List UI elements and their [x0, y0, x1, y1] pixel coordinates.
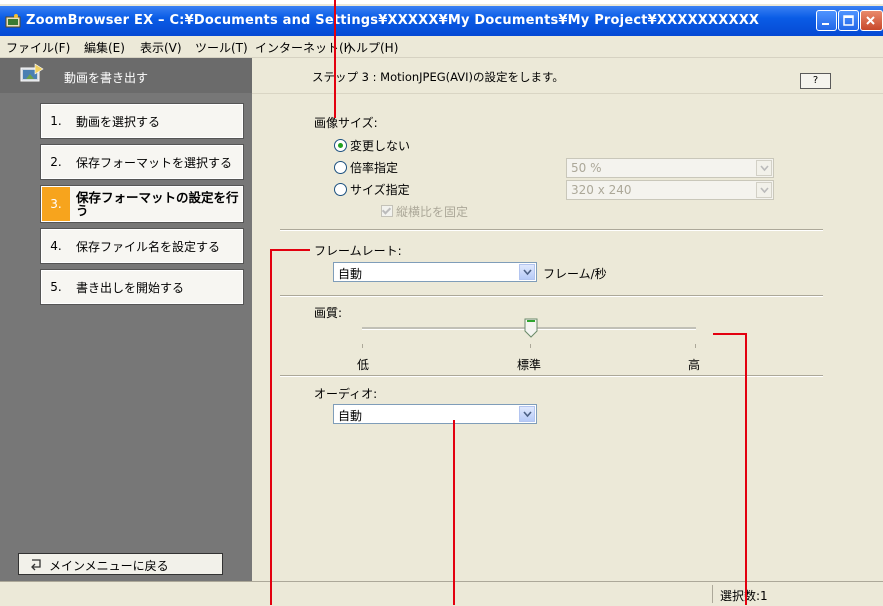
audio-value: 自動	[338, 409, 363, 423]
left-panel: 動画を書き出す 1. 動画を選択する 2. 保存フォーマットを選択する 3. 保…	[0, 58, 252, 581]
menu-file[interactable]: ファイル(F)	[6, 39, 70, 56]
help-button[interactable]: ?	[800, 73, 831, 89]
step-number: 4.	[50, 239, 62, 253]
audio-label: オーディオ:	[314, 387, 378, 401]
keep-aspect-checkbox[interactable]: 縦横比を固定	[381, 202, 468, 220]
step-label: 動画を選択する	[76, 114, 161, 129]
step-label: 保存フォーマットの設定を行う	[76, 190, 239, 218]
back-button-label: メインメニューに戻る	[49, 559, 169, 573]
step-5[interactable]: 5. 書き出しを開始する	[40, 269, 244, 305]
step-number: 5.	[50, 280, 62, 294]
window-title: ZoomBrowser EX – C:¥Documents and Settin…	[26, 13, 760, 28]
step-label: 書き出しを開始する	[76, 280, 185, 295]
radio-label: サイズ指定	[350, 182, 410, 197]
selection-count: 選択数:1	[720, 589, 768, 603]
frame-rate-value: 自動	[338, 267, 363, 281]
frame-rate-label: フレームレート:	[314, 244, 402, 258]
return-arrow-icon	[31, 559, 41, 571]
quality-slider-thumb[interactable]	[524, 318, 538, 338]
section-divider	[280, 295, 823, 297]
radio-scale[interactable]: 倍率指定	[334, 158, 398, 176]
section-divider	[280, 229, 823, 231]
title-bar: ZoomBrowser EX – C:¥Documents and Settin…	[0, 6, 883, 36]
step-label: 保存ファイル名を設定する	[76, 239, 221, 254]
dropdown-arrow[interactable]	[756, 160, 772, 176]
left-panel-title: 動画を書き出す	[64, 71, 149, 85]
tick-label-high: 高	[688, 358, 701, 372]
size-select[interactable]: 320 x 240	[566, 180, 774, 200]
slider-tick	[530, 344, 531, 348]
tick-label-low: 低	[357, 358, 370, 372]
status-divider	[712, 585, 713, 603]
step-number: 3.	[42, 187, 70, 221]
close-icon	[866, 16, 875, 25]
menu-internet[interactable]: インターネット(I)	[255, 39, 352, 56]
step-number: 1.	[50, 114, 62, 128]
movie-export-icon	[20, 63, 44, 82]
minimize-icon	[822, 23, 829, 25]
audio-select[interactable]: 自動	[333, 404, 537, 424]
step-4[interactable]: 4. 保存ファイル名を設定する	[40, 228, 244, 264]
slider-tick	[362, 344, 363, 348]
size-value: 320 x 240	[571, 183, 632, 197]
section-divider	[280, 375, 823, 377]
step-number: 2.	[50, 155, 62, 169]
radio-button[interactable]	[334, 160, 347, 174]
radio-no-change[interactable]: 変更しない	[334, 136, 410, 154]
scale-value: 50 %	[571, 161, 602, 175]
scale-select[interactable]: 50 %	[566, 158, 774, 178]
chevron-down-icon	[760, 187, 769, 194]
callout-line-quality	[745, 333, 747, 605]
callout-line-frame-rate	[270, 249, 272, 605]
frame-rate-unit: フレーム/秒	[543, 267, 607, 281]
chevron-down-icon	[760, 165, 769, 172]
settings-header: ステップ 3 : MotionJPEG(AVI)の設定をします。	[252, 58, 883, 94]
step-3[interactable]: 3. 保存フォーマットの設定を行う	[40, 185, 244, 223]
quality-label: 画質:	[314, 306, 343, 320]
maximize-icon	[843, 15, 854, 26]
callout-line-image-size	[334, 0, 336, 118]
chevron-down-icon	[523, 411, 532, 418]
menu-help[interactable]: ヘルプ(H)	[344, 39, 398, 56]
checkbox[interactable]	[381, 205, 393, 217]
menu-view[interactable]: 表示(V)	[140, 39, 182, 56]
minimize-button[interactable]	[816, 10, 837, 31]
radio-label: 倍率指定	[350, 160, 399, 175]
radio-button[interactable]	[334, 138, 347, 152]
image-size-label: 画像サイズ:	[314, 116, 378, 130]
maximize-button[interactable]	[838, 10, 859, 31]
step-description: ステップ 3 : MotionJPEG(AVI)の設定をします。	[312, 70, 564, 84]
chevron-down-icon	[523, 269, 532, 276]
step-2[interactable]: 2. 保存フォーマットを選択する	[40, 144, 244, 180]
step-label: 保存フォーマットを選択する	[76, 155, 233, 170]
radio-button[interactable]	[334, 182, 347, 196]
callout-line-audio	[453, 420, 455, 605]
menu-tools[interactable]: ツール(T)	[195, 39, 248, 56]
menu-bar: ファイル(F) 編集(E) 表示(V) ツール(T) インターネット(I) ヘル…	[0, 36, 883, 58]
step-1[interactable]: 1. 動画を選択する	[40, 103, 244, 139]
status-bar: 選択数:1	[0, 581, 883, 606]
frame-rate-select[interactable]: 自動	[333, 262, 537, 282]
left-panel-header: 動画を書き出す	[0, 58, 252, 93]
radio-label: 変更しない	[350, 138, 411, 153]
callout-line-quality-h	[713, 333, 746, 335]
callout-line-frame-rate-h	[270, 249, 310, 251]
checkbox-label: 縦横比を固定	[396, 204, 469, 219]
dropdown-arrow[interactable]	[756, 182, 772, 198]
close-button[interactable]	[860, 10, 883, 31]
dropdown-arrow[interactable]	[519, 264, 535, 280]
tick-label-standard: 標準	[517, 358, 542, 372]
back-to-main-menu-button[interactable]: メインメニューに戻る	[18, 553, 223, 575]
app-icon	[5, 14, 21, 28]
dropdown-arrow[interactable]	[519, 406, 535, 422]
menu-edit[interactable]: 編集(E)	[84, 39, 125, 56]
radio-size[interactable]: サイズ指定	[334, 180, 410, 198]
slider-tick	[695, 344, 696, 348]
